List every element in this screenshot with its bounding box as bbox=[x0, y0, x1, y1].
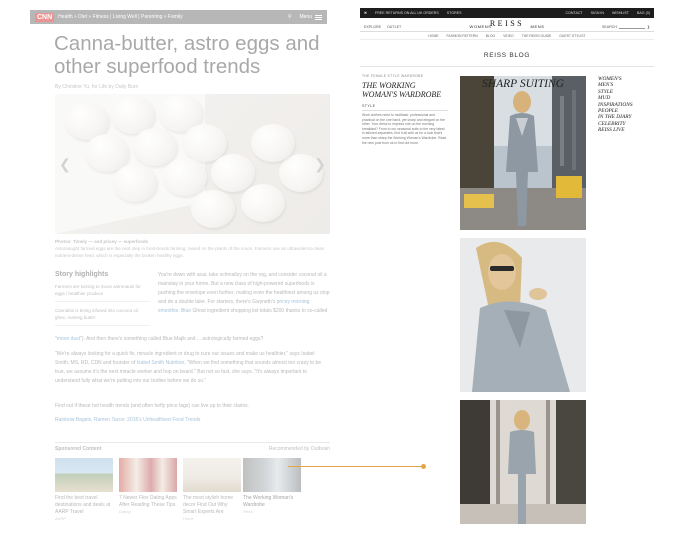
reiss-search: SEARCH ❯ bbox=[602, 24, 650, 29]
search-label: SEARCH bbox=[602, 24, 617, 29]
highlight-item: Farmers are turning to moon astronauts f… bbox=[55, 283, 150, 302]
reiss-topbar: ✖ FREE RETURNS ON ALL UK ORDERS STORES C… bbox=[360, 8, 654, 18]
article-byline: By Christine Yu, for Life by Daily Burn bbox=[55, 84, 139, 90]
story-highlights: Story highlights Farmers are turning to … bbox=[55, 271, 150, 331]
hero-image-eggs: ❮ ❯ bbox=[55, 94, 330, 234]
womens-tab[interactable]: WOMENS bbox=[469, 24, 491, 29]
caption-title: Photos: Timely — and pricey — superfoods bbox=[55, 239, 149, 244]
cnn-header-bar: CNN Health » Diet » Fitness | Living Wel… bbox=[30, 10, 327, 24]
topbar-region[interactable]: FREE RETURNS ON ALL UK ORDERS bbox=[375, 11, 439, 15]
subnav-item[interactable]: VIDEO bbox=[503, 34, 514, 38]
sponsored-card[interactable]: The most stylish home decor Find Out Why… bbox=[183, 458, 241, 521]
egg bbox=[133, 128, 177, 166]
article-body-intro: You're down with acai, take schmaltzy on… bbox=[158, 271, 330, 316]
topbar-wishlist[interactable]: WISHLIST bbox=[612, 11, 629, 15]
menu-button[interactable]: Menu bbox=[299, 14, 322, 20]
egg bbox=[191, 190, 235, 228]
sponsored-title: 7 Newer Flex Dating Apps After Reading T… bbox=[119, 495, 177, 508]
sponsored-source: AARP bbox=[55, 516, 66, 521]
flag-icon[interactable]: ✖ bbox=[364, 11, 367, 15]
sponsored-by[interactable]: Recommended by Outbrain bbox=[269, 446, 330, 452]
article-body-continued: "moon dust"). And then there's something… bbox=[55, 336, 264, 342]
sponsored-title: The Working Woman's Wardrobe bbox=[243, 495, 294, 508]
sponsored-card[interactable]: Find the best travel destinations and de… bbox=[55, 458, 113, 521]
sponsored-source: Reiss bbox=[243, 509, 254, 514]
divider bbox=[360, 66, 654, 67]
post-meta: THE FEMALE STYLE WARDROBE bbox=[362, 74, 424, 78]
chevron-right-icon[interactable]: ❯ bbox=[314, 156, 326, 173]
related-link[interactable]: Rainbow Bagels, Ramen Tacos: 2016's Unhe… bbox=[55, 416, 330, 425]
post-text: Work clothes need to multitask: professi… bbox=[362, 113, 447, 145]
blue-link[interactable]: Blue bbox=[181, 308, 191, 314]
egg bbox=[163, 158, 207, 196]
chevron-left-icon[interactable]: ❮ bbox=[59, 156, 71, 173]
article-headline: Canna-butter, astro eggs and other super… bbox=[54, 32, 320, 78]
egg bbox=[241, 184, 285, 222]
topbar-contact[interactable]: CONTACT bbox=[566, 11, 583, 15]
highlight-item: Cannabis is being infused into coconut o… bbox=[55, 307, 150, 326]
article-find-out: Find out if these hot health trends (and… bbox=[55, 403, 249, 409]
category-link[interactable]: REISS LIVE bbox=[598, 127, 654, 133]
photo-title: SHARP SUITING bbox=[482, 78, 564, 90]
moon-dust-link[interactable]: moon dust bbox=[57, 336, 80, 342]
blog-photo-closeup[interactable] bbox=[460, 238, 586, 392]
subnav-item[interactable]: FASHION PATTERN bbox=[447, 34, 478, 38]
isabel-smith-link[interactable]: Isabel Smith Nutrition bbox=[137, 360, 185, 366]
sponsored-source: Dating bbox=[119, 509, 131, 514]
blog-photo-corridor[interactable] bbox=[460, 400, 586, 524]
egg bbox=[211, 154, 255, 192]
post-title: THE WORKING WOMAN'S WARDROBE bbox=[362, 81, 442, 99]
blog-photo-street[interactable]: SHARP SUITING bbox=[460, 76, 586, 230]
reiss-blog-page: ✖ FREE RETURNS ON ALL UK ORDERS STORES C… bbox=[360, 8, 654, 528]
topbar-bag[interactable]: BAG (0) bbox=[637, 11, 650, 15]
hamburger-icon bbox=[315, 14, 322, 20]
egg bbox=[251, 124, 295, 162]
section-nav[interactable]: Health » Diet » Fitness | Living Well | … bbox=[58, 14, 288, 20]
menu-label: Menu bbox=[299, 14, 312, 20]
news-article-page: CNN Health » Diet » Fitness | Living Wel… bbox=[30, 8, 330, 528]
gender-nav: WOMENS MENS bbox=[450, 24, 564, 29]
post-intro: THE FEMALE STYLE WARDROBE THE WORKING WO… bbox=[362, 74, 448, 145]
topbar-stores[interactable]: STORES bbox=[447, 11, 462, 15]
sponsored-card[interactable]: 7 Newer Flex Dating Apps After Reading T… bbox=[119, 458, 177, 514]
sponsored-image bbox=[55, 458, 113, 492]
search-icon[interactable]: ⚲ bbox=[288, 14, 292, 20]
article-quote-paragraph: "We're always looking for a quick fix, m… bbox=[55, 350, 330, 386]
sponsored-label: Sponsored Content bbox=[55, 446, 102, 452]
body-text: ). And then there's something called Blu… bbox=[81, 336, 264, 342]
caption-body: Astronaught farmed eggs are the next ste… bbox=[55, 246, 325, 258]
street-photo-graphic bbox=[460, 76, 586, 230]
sponsored-content-header: Sponsored Content Recommended by Outbrai… bbox=[55, 442, 330, 452]
sponsored-image bbox=[243, 458, 301, 492]
sponsored-source: Home bbox=[183, 516, 194, 521]
blog-categories: WOMEN'S MEN'S STYLE MUD INSPIRATIONS PEO… bbox=[598, 76, 654, 134]
blog-title: REISS BLOG bbox=[483, 52, 531, 59]
egg bbox=[113, 164, 157, 202]
body-text: Ghost ingredient shopping list totals $2… bbox=[192, 308, 328, 314]
corridor-photo-graphic bbox=[460, 400, 586, 524]
sponsored-title: Find the best travel destinations and de… bbox=[55, 495, 111, 515]
topbar-signin[interactable]: SIGN IN bbox=[591, 11, 604, 15]
story-highlights-title: Story highlights bbox=[55, 271, 109, 278]
post-section-head: STYLE bbox=[362, 104, 448, 111]
reiss-brand-bar: REISS EXPLORE OUTLET WOMENS MENS SEARCH … bbox=[360, 18, 654, 32]
image-caption: Photos: Timely — and pricey — superfoods… bbox=[55, 238, 330, 259]
subnav-item[interactable]: THE REISS GUIDE bbox=[522, 34, 552, 38]
sponsored-title: The most stylish home decor Find Out Why… bbox=[183, 495, 234, 515]
sponsored-image bbox=[119, 458, 177, 492]
subnav-item[interactable]: GUEST STYLIST bbox=[559, 34, 585, 38]
subnav-item[interactable]: HOME bbox=[428, 34, 438, 38]
search-arrow-icon[interactable]: ❯ bbox=[647, 25, 650, 29]
sponsored-image bbox=[183, 458, 241, 492]
closeup-photo-graphic bbox=[460, 238, 586, 392]
search-input[interactable] bbox=[618, 24, 645, 29]
subnav-item[interactable]: BLOG bbox=[486, 34, 495, 38]
cnn-logo[interactable]: CNN bbox=[35, 12, 55, 22]
reiss-subnav: HOME FASHION PATTERN BLOG VIDEO THE REIS… bbox=[360, 32, 654, 40]
mens-tab[interactable]: MENS bbox=[531, 24, 545, 29]
